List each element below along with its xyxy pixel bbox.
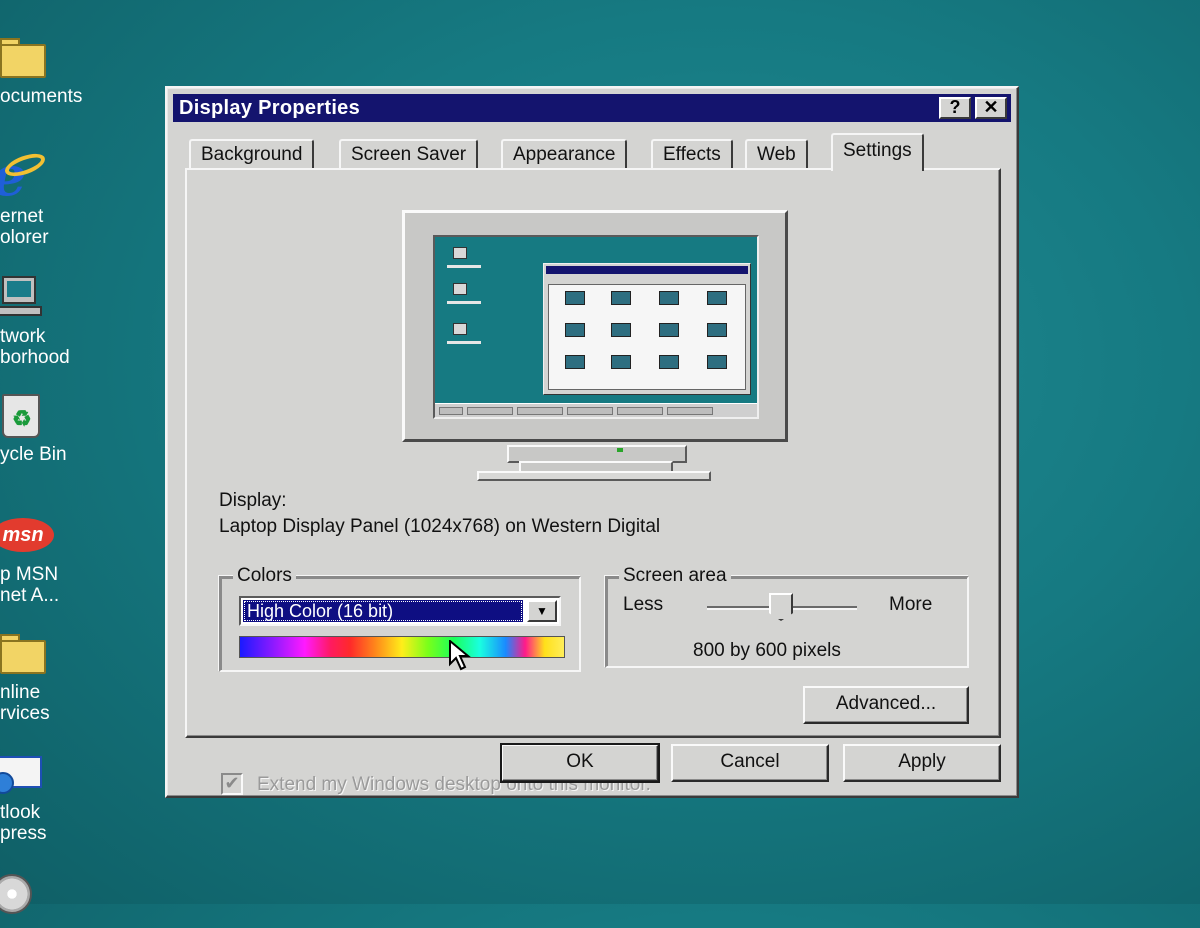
monitor-power-led — [617, 448, 623, 452]
monitor-preview-screen — [433, 235, 759, 419]
cancel-button[interactable]: Cancel — [671, 744, 829, 782]
title-bar[interactable]: Display Properties ? ✕ — [173, 94, 1011, 122]
apply-button[interactable]: Apply — [843, 744, 1001, 782]
internet-explorer-icon: e — [0, 149, 52, 203]
colors-dropdown-value: High Color (16 bit) — [243, 600, 523, 622]
tab-background[interactable]: Background — [189, 139, 315, 169]
desktop-icon-label: nline — [0, 682, 41, 703]
desktop-icon-label-line2: rvices — [0, 703, 50, 724]
tab-web[interactable]: Web — [745, 139, 808, 169]
desktop-icon-recycle-bin[interactable]: ♻ ycle Bin — [0, 388, 100, 465]
desktop-icon-network-neighborhood[interactable]: twork borhood — [0, 270, 100, 368]
screen-area-group: Screen area Less More 800 by 600 pixels — [605, 565, 969, 668]
desktop-icon-label: ocuments — [0, 86, 83, 107]
folder-icon — [0, 626, 52, 678]
help-button[interactable]: ? — [939, 97, 971, 119]
tab-settings[interactable]: Settings — [831, 133, 924, 171]
desktop-icon-label: p MSN — [0, 564, 59, 585]
colors-legend: Colors — [233, 565, 296, 587]
desktop-icon-label: ernet — [0, 206, 44, 227]
tab-effects[interactable]: Effects — [651, 139, 733, 169]
cd-icon — [0, 872, 52, 924]
check-icon: ✔ — [224, 773, 240, 793]
desktop-icon-label: tlook — [0, 802, 41, 823]
network-computers-icon — [0, 270, 52, 322]
tab-screen-saver[interactable]: Screen Saver — [339, 139, 479, 169]
display-properties-dialog: Display Properties ? ✕ Background Screen… — [165, 86, 1019, 798]
advanced-button[interactable]: Advanced... — [803, 686, 969, 724]
monitor-preview — [402, 210, 788, 442]
chevron-down-icon[interactable]: ▼ — [527, 600, 557, 622]
screen-area-slider-thumb[interactable] — [769, 593, 793, 621]
msn-icon: msn — [0, 508, 54, 560]
close-button[interactable]: ✕ — [975, 97, 1007, 119]
desktop-icon-label-line2: olorer — [0, 227, 49, 248]
tab-appearance[interactable]: Appearance — [501, 139, 628, 169]
desktop-icon-my-documents[interactable]: ocuments — [0, 30, 100, 107]
colors-group: Colors High Color (16 bit) ▼ — [219, 565, 581, 672]
outlook-express-icon — [0, 746, 52, 798]
desktop-icon-setup-msn[interactable]: msn p MSN net A... — [0, 508, 100, 606]
display-label: Display: — [219, 490, 287, 511]
screen-area-value: 800 by 600 pixels — [693, 640, 841, 661]
color-spectrum-preview — [239, 636, 565, 658]
desktop-icon-online-services[interactable]: nline rvices — [0, 626, 100, 724]
desktop-icon-internet-explorer[interactable]: e ernet olorer — [0, 149, 100, 248]
extend-desktop-checkbox[interactable]: ✔ — [221, 773, 243, 795]
desktop-icon-cd[interactable] — [0, 872, 100, 928]
colors-dropdown[interactable]: High Color (16 bit) ▼ — [239, 596, 561, 626]
slider-less-label: Less — [623, 594, 664, 615]
folder-icon — [0, 30, 52, 82]
desktop-icon-label-line2: press — [0, 823, 47, 844]
display-value: Laptop Display Panel (1024x768) on Weste… — [219, 516, 661, 537]
screen-area-legend: Screen area — [619, 565, 731, 587]
desktop-icon-label: ycle Bin — [0, 444, 67, 465]
monitor-base — [477, 471, 711, 481]
ok-button[interactable]: OK — [500, 743, 660, 783]
settings-panel: Display: Laptop Display Panel (1024x768)… — [185, 168, 1001, 795]
close-icon: ✕ — [983, 97, 999, 117]
question-icon: ? — [949, 97, 961, 117]
desktop-icon-label-line2: borhood — [0, 347, 70, 368]
desktop-icon-label: twork — [0, 326, 46, 347]
recycle-bin-icon: ♻ — [0, 388, 52, 440]
desktop-icon-outlook-express[interactable]: tlook press — [0, 746, 100, 844]
slider-more-label: More — [889, 594, 933, 615]
desktop-icon-label-line2: net A... — [0, 585, 60, 606]
dialog-title: Display Properties — [179, 97, 361, 119]
